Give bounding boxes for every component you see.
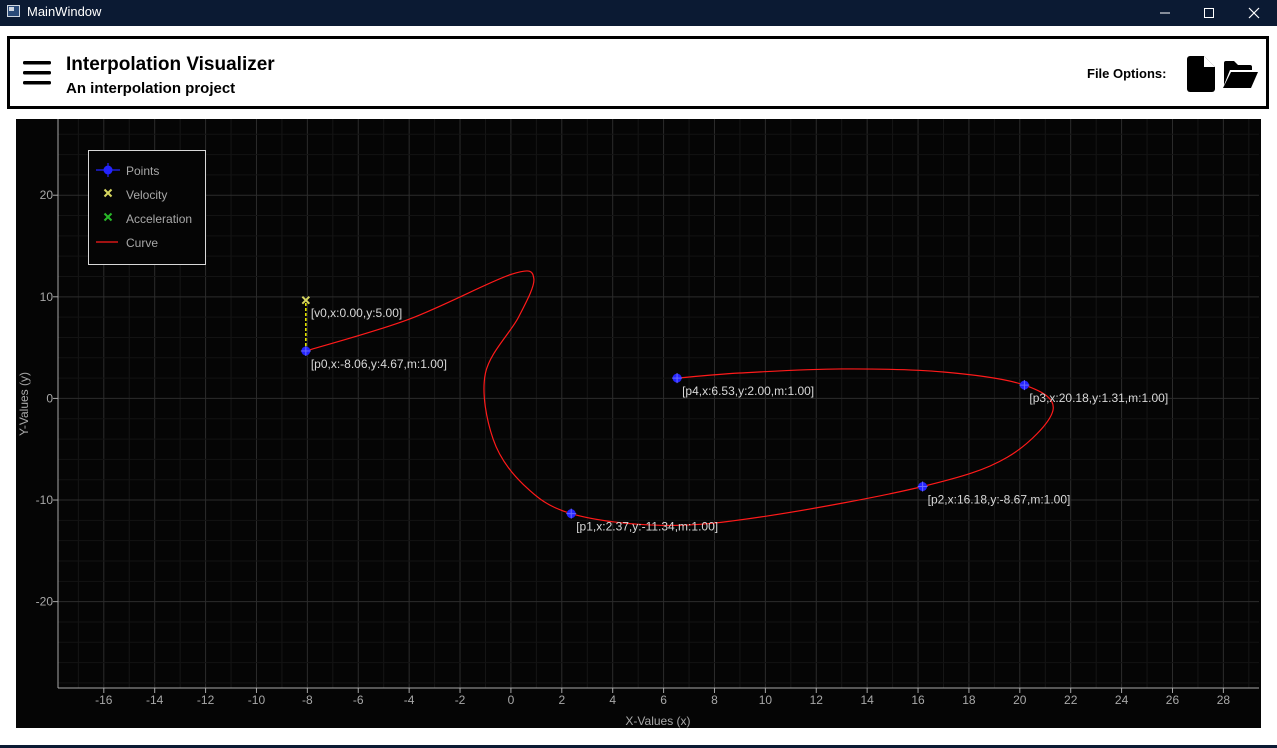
legend-points-label: Points [126,164,159,178]
chart-legend: Points Velocity Acceleration Curve [88,150,206,265]
point-label: [p0,x:-8.06,y:4.67,m:1.00] [311,357,447,371]
x-tick-label: 2 [558,693,565,707]
close-icon [1248,7,1260,19]
legend-acceleration-label: Acceleration [126,212,192,226]
x-tick-label: 12 [810,693,824,707]
x-tick-label: -10 [248,693,266,707]
x-tick-label: -8 [302,693,313,707]
y-axis-label: Y-Values (y) [17,372,31,436]
point-label: [p4,x:6.53,y:2.00,m:1.00] [682,384,814,398]
point-label: [p1,x:2.37,y:-11.34,m:1.00] [576,520,718,534]
legend-curve-label: Curve [126,236,158,250]
x-tick-label: 26 [1166,693,1180,707]
close-button[interactable] [1231,0,1277,26]
x-tick-label: 10 [759,693,773,707]
x-tick-label: 18 [962,693,976,707]
app-icon [7,5,20,17]
y-tick-label: 10 [40,290,54,304]
x-tick-label: -14 [146,693,164,707]
minimize-icon [1160,12,1170,14]
x-tick-label: 22 [1064,693,1078,707]
x-tick-label: 4 [609,693,616,707]
app-header: Interpolation Visualizer An interpolatio… [7,36,1269,109]
maximize-icon [1204,8,1214,18]
y-tick-label: 20 [40,188,54,202]
title-bar: MainWindow [0,0,1277,26]
maximize-button[interactable] [1186,0,1232,26]
x-tick-label: 8 [711,693,718,707]
x-tick-label: 28 [1217,693,1231,707]
y-tick-label: -20 [36,595,54,609]
point-label: [p3,x:20.18,y:1.31,m:1.00] [1029,391,1168,405]
new-file-icon[interactable] [1187,56,1215,92]
open-folder-icon[interactable] [1222,59,1258,89]
x-tick-label: 14 [860,693,874,707]
x-tick-label: -16 [95,693,113,707]
window-title: MainWindow [27,4,102,19]
x-tick-label: -2 [455,693,466,707]
minimize-button[interactable] [1142,0,1188,26]
x-tick-label: -6 [353,693,364,707]
x-tick-label: 6 [660,693,667,707]
file-options-label: File Options: [1087,66,1167,81]
x-tick-label: 20 [1013,693,1027,707]
x-tick-label: -4 [404,693,415,707]
x-tick-label: -12 [197,693,215,707]
velocity-label: [v0,x:0.00,y:5.00] [311,306,402,320]
x-axis-label: X-Values (x) [625,714,690,728]
app-title: Interpolation Visualizer [66,54,275,75]
x-tick-label: 16 [911,693,925,707]
y-tick-label: 0 [46,391,53,405]
x-tick-label: 24 [1115,693,1129,707]
x-tick-label: 0 [508,693,515,707]
app-subtitle: An interpolation project [66,80,236,97]
legend-velocity-label: Velocity [126,188,167,202]
interpolation-chart[interactable]: -16 -14 -12 -10 -8 -6 -4 -2 0 2 4 6 8 10 12 14 16 18 20 22 2… [16,119,1261,728]
y-tick-label: -10 [36,493,54,507]
hamburger-icon[interactable] [23,60,51,86]
point-label: [p2,x:16.18,y:-8.67,m:1.00] [928,493,1071,507]
